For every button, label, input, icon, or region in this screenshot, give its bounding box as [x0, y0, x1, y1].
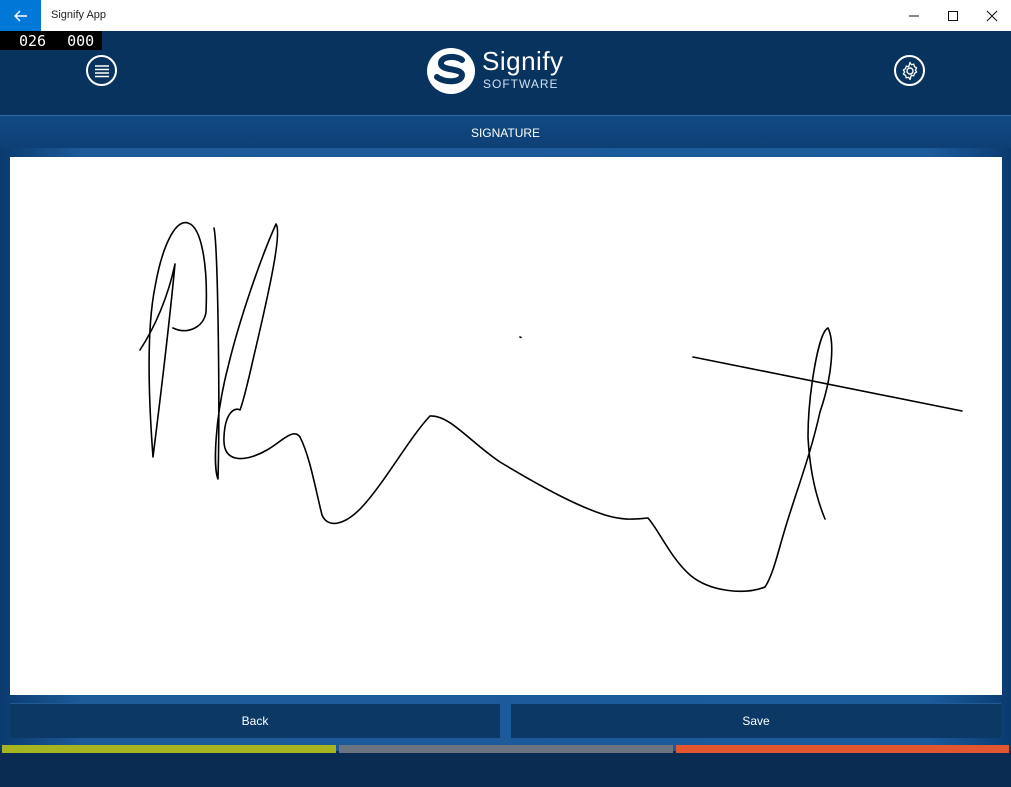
arrow-left-icon [13, 10, 27, 21]
hamburger-menu-icon [94, 64, 109, 77]
counter-right: 000 [67, 31, 95, 50]
window-titlebar: Signify App [0, 0, 1011, 32]
page-title-bar: SIGNATURE [0, 115, 1011, 149]
footer-bar [0, 753, 1011, 787]
logo-text: Signify [482, 46, 564, 76]
window-back-button[interactable] [0, 0, 41, 31]
status-strip-green [2, 745, 336, 753]
status-strip-orange [676, 745, 1009, 753]
back-button[interactable]: Back [10, 703, 500, 738]
signify-logo: Signify SOFTWARE [425, 44, 585, 96]
save-button-label: Save [742, 714, 770, 728]
signify-logo-icon [427, 48, 475, 94]
maximize-icon [947, 10, 958, 21]
back-button-label: Back [241, 714, 269, 728]
close-icon [986, 10, 997, 21]
minimize-icon [908, 15, 919, 16]
menu-button[interactable] [86, 55, 117, 86]
status-strip-gray [339, 745, 673, 753]
close-button[interactable] [973, 0, 1010, 31]
counter-left: 026 [19, 31, 47, 50]
settings-button[interactable] [894, 55, 925, 86]
window-title: Signify App [51, 9, 107, 21]
maximize-button[interactable] [934, 0, 971, 31]
signature-stroke [139, 221, 963, 592]
gear-icon [902, 61, 917, 80]
frame-counter: 026 000 [0, 31, 102, 50]
signature-canvas[interactable] [10, 157, 1002, 695]
save-button[interactable]: Save [511, 703, 1001, 738]
logo-subtext: SOFTWARE [483, 77, 559, 91]
minimize-button[interactable] [895, 0, 932, 31]
page-title: SIGNATURE [470, 125, 541, 140]
